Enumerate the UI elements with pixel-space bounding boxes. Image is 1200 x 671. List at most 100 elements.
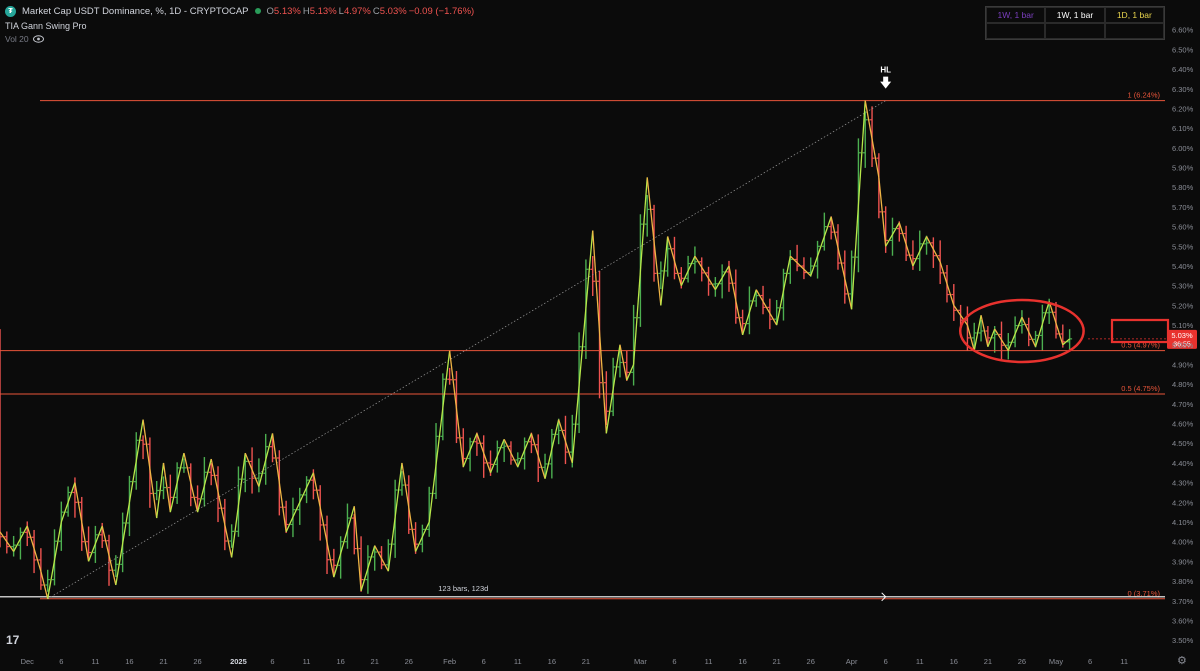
y-tick-label: 6.50% <box>1172 45 1194 54</box>
ohlc-value: 5.13% <box>309 5 337 17</box>
down-arrow-icon <box>880 76 892 89</box>
fib-label: 0.5 (4.75%) <box>1121 384 1160 393</box>
y-tick-label: 4.60% <box>1172 420 1194 429</box>
x-tick-label: 21 <box>772 657 780 666</box>
y-tick-label: 3.50% <box>1172 636 1194 645</box>
y-tick-label: 3.90% <box>1172 557 1194 566</box>
ohlc-key: O <box>266 5 274 17</box>
x-tick-label: 11 <box>1120 657 1128 666</box>
x-tick-label: 6 <box>270 657 274 666</box>
y-tick-label: 5.80% <box>1172 183 1194 192</box>
swing-line-layer <box>0 100 1071 599</box>
x-tick-label: 11 <box>916 657 924 666</box>
x-tick-label: 11 <box>705 657 713 666</box>
swing-segment <box>333 506 355 578</box>
timeframe-table: 1W, 1 bar 1W, 1 bar 1D, 1 bar <box>985 6 1165 40</box>
y-tick-label: 6.10% <box>1172 124 1194 133</box>
swing-segment <box>312 472 335 578</box>
x-tick-label: May <box>1049 657 1063 666</box>
tf-cell <box>1045 23 1105 39</box>
x-tick-label: 2025 <box>230 657 247 666</box>
trend-line-layer <box>47 100 886 600</box>
x-tick-label: 21 <box>984 657 992 666</box>
y-tick-label: 5.10% <box>1172 321 1194 330</box>
x-tick-label: 26 <box>193 657 201 666</box>
swing-segment <box>830 216 853 310</box>
x-tick-label: Apr <box>846 657 858 666</box>
tf-cell: 1D, 1 bar <box>1104 7 1164 23</box>
y-tick-label: 3.70% <box>1172 597 1194 606</box>
bars-count-label: 123 bars, 123d <box>438 584 488 593</box>
swing-segment <box>571 230 594 463</box>
y-tick-label: 5.50% <box>1172 242 1194 251</box>
volume-label: Vol 20 <box>5 34 29 44</box>
y-tick-label: 6.30% <box>1172 85 1194 94</box>
y-tick-label: 6.00% <box>1172 144 1194 153</box>
ohlc-value: 5.13% <box>273 5 301 17</box>
x-tick-label: Mar <box>634 657 647 666</box>
volume-indicator[interactable]: Vol 20 <box>5 34 44 44</box>
y-tick-label: 4.30% <box>1172 479 1194 488</box>
x-tick-label: 26 <box>807 657 815 666</box>
coin-icon: ₮ <box>5 5 16 17</box>
fib-label: 1 (6.24%) <box>1127 91 1160 100</box>
eye-icon[interactable] <box>32 35 44 43</box>
y-tick-label: 6.40% <box>1172 65 1194 74</box>
tf-cell <box>1104 23 1164 39</box>
y-tick-label: 5.20% <box>1172 301 1194 310</box>
chart-canvas[interactable]: 1 (6.24%)0.5 (4.97%)0.5 (4.75%)0 (3.71%)… <box>0 0 1200 671</box>
y-tick-label: 5.90% <box>1172 164 1194 173</box>
ohlc-key: C <box>372 5 380 17</box>
ohlc-value: −0.09 (−1.76%) <box>408 5 475 17</box>
ohlc-value: 5.03% <box>379 5 407 17</box>
swing-segment <box>810 216 832 277</box>
y-tick-label: 3.80% <box>1172 577 1194 586</box>
tf-cell: 1W, 1 bar <box>986 7 1046 23</box>
y-tick-label: 5.60% <box>1172 223 1194 232</box>
swing-segment <box>592 230 607 434</box>
trend-line <box>47 100 886 600</box>
y-tick-label: 4.20% <box>1172 498 1194 507</box>
x-tick-label: 6 <box>482 657 486 666</box>
swing-segment <box>694 255 716 290</box>
swing-segment <box>632 177 648 365</box>
y-tick-label: 6.20% <box>1172 104 1194 113</box>
swing-segment <box>850 100 866 310</box>
x-tick-label: 6 <box>884 657 888 666</box>
swing-segment <box>646 177 662 306</box>
x-tick-label: 6 <box>672 657 676 666</box>
indicator-name[interactable]: TIA Gann Swing Pro <box>5 21 87 31</box>
tradingview-logo-icon[interactable]: 17 <box>6 633 19 647</box>
gear-icon[interactable]: ⚙ <box>1177 654 1187 667</box>
x-tick-label: 6 <box>1088 657 1092 666</box>
swing-segment <box>128 419 144 503</box>
y-tick-label: 5.40% <box>1172 262 1194 271</box>
y-tick-label: 4.00% <box>1172 538 1194 547</box>
y-tick-label: 4.10% <box>1172 518 1194 527</box>
chart-header: ₮ Market Cap USDT Dominance, %, 1D - CRY… <box>5 4 476 18</box>
x-tick-label: 26 <box>405 657 413 666</box>
x-tick-label: 21 <box>159 657 167 666</box>
swing-segment <box>271 433 287 532</box>
tf-cell <box>986 23 1046 39</box>
swing-segment <box>449 350 464 467</box>
chart-title: Market Cap USDT Dominance, %, 1D - CRYPT… <box>22 5 249 17</box>
x-tick-label: Feb <box>443 657 456 666</box>
swing-segment <box>755 289 778 326</box>
y-tick-label: 4.40% <box>1172 459 1194 468</box>
y-tick-label: 3.60% <box>1172 616 1194 625</box>
y-tick-label: 6.60% <box>1172 26 1194 35</box>
ohlc-value: 4.97% <box>343 5 371 17</box>
x-tick-label: 21 <box>582 657 590 666</box>
x-tick-label: 11 <box>91 657 99 666</box>
y-tick-label: 4.70% <box>1172 400 1194 409</box>
x-tick-label: 16 <box>950 657 958 666</box>
ohlc-readout: O5.13% H5.13% L4.97% C5.03% −0.09 (−1.76%) <box>267 6 477 17</box>
y-tick-label: 5.70% <box>1172 203 1194 212</box>
y-tick-label: 4.90% <box>1172 360 1194 369</box>
status-dot <box>254 8 261 14</box>
y-tick-label: 4.80% <box>1172 380 1194 389</box>
ohlc-key: H <box>302 5 310 17</box>
x-tick-label: 21 <box>371 657 379 666</box>
x-tick-label: 11 <box>514 657 522 666</box>
